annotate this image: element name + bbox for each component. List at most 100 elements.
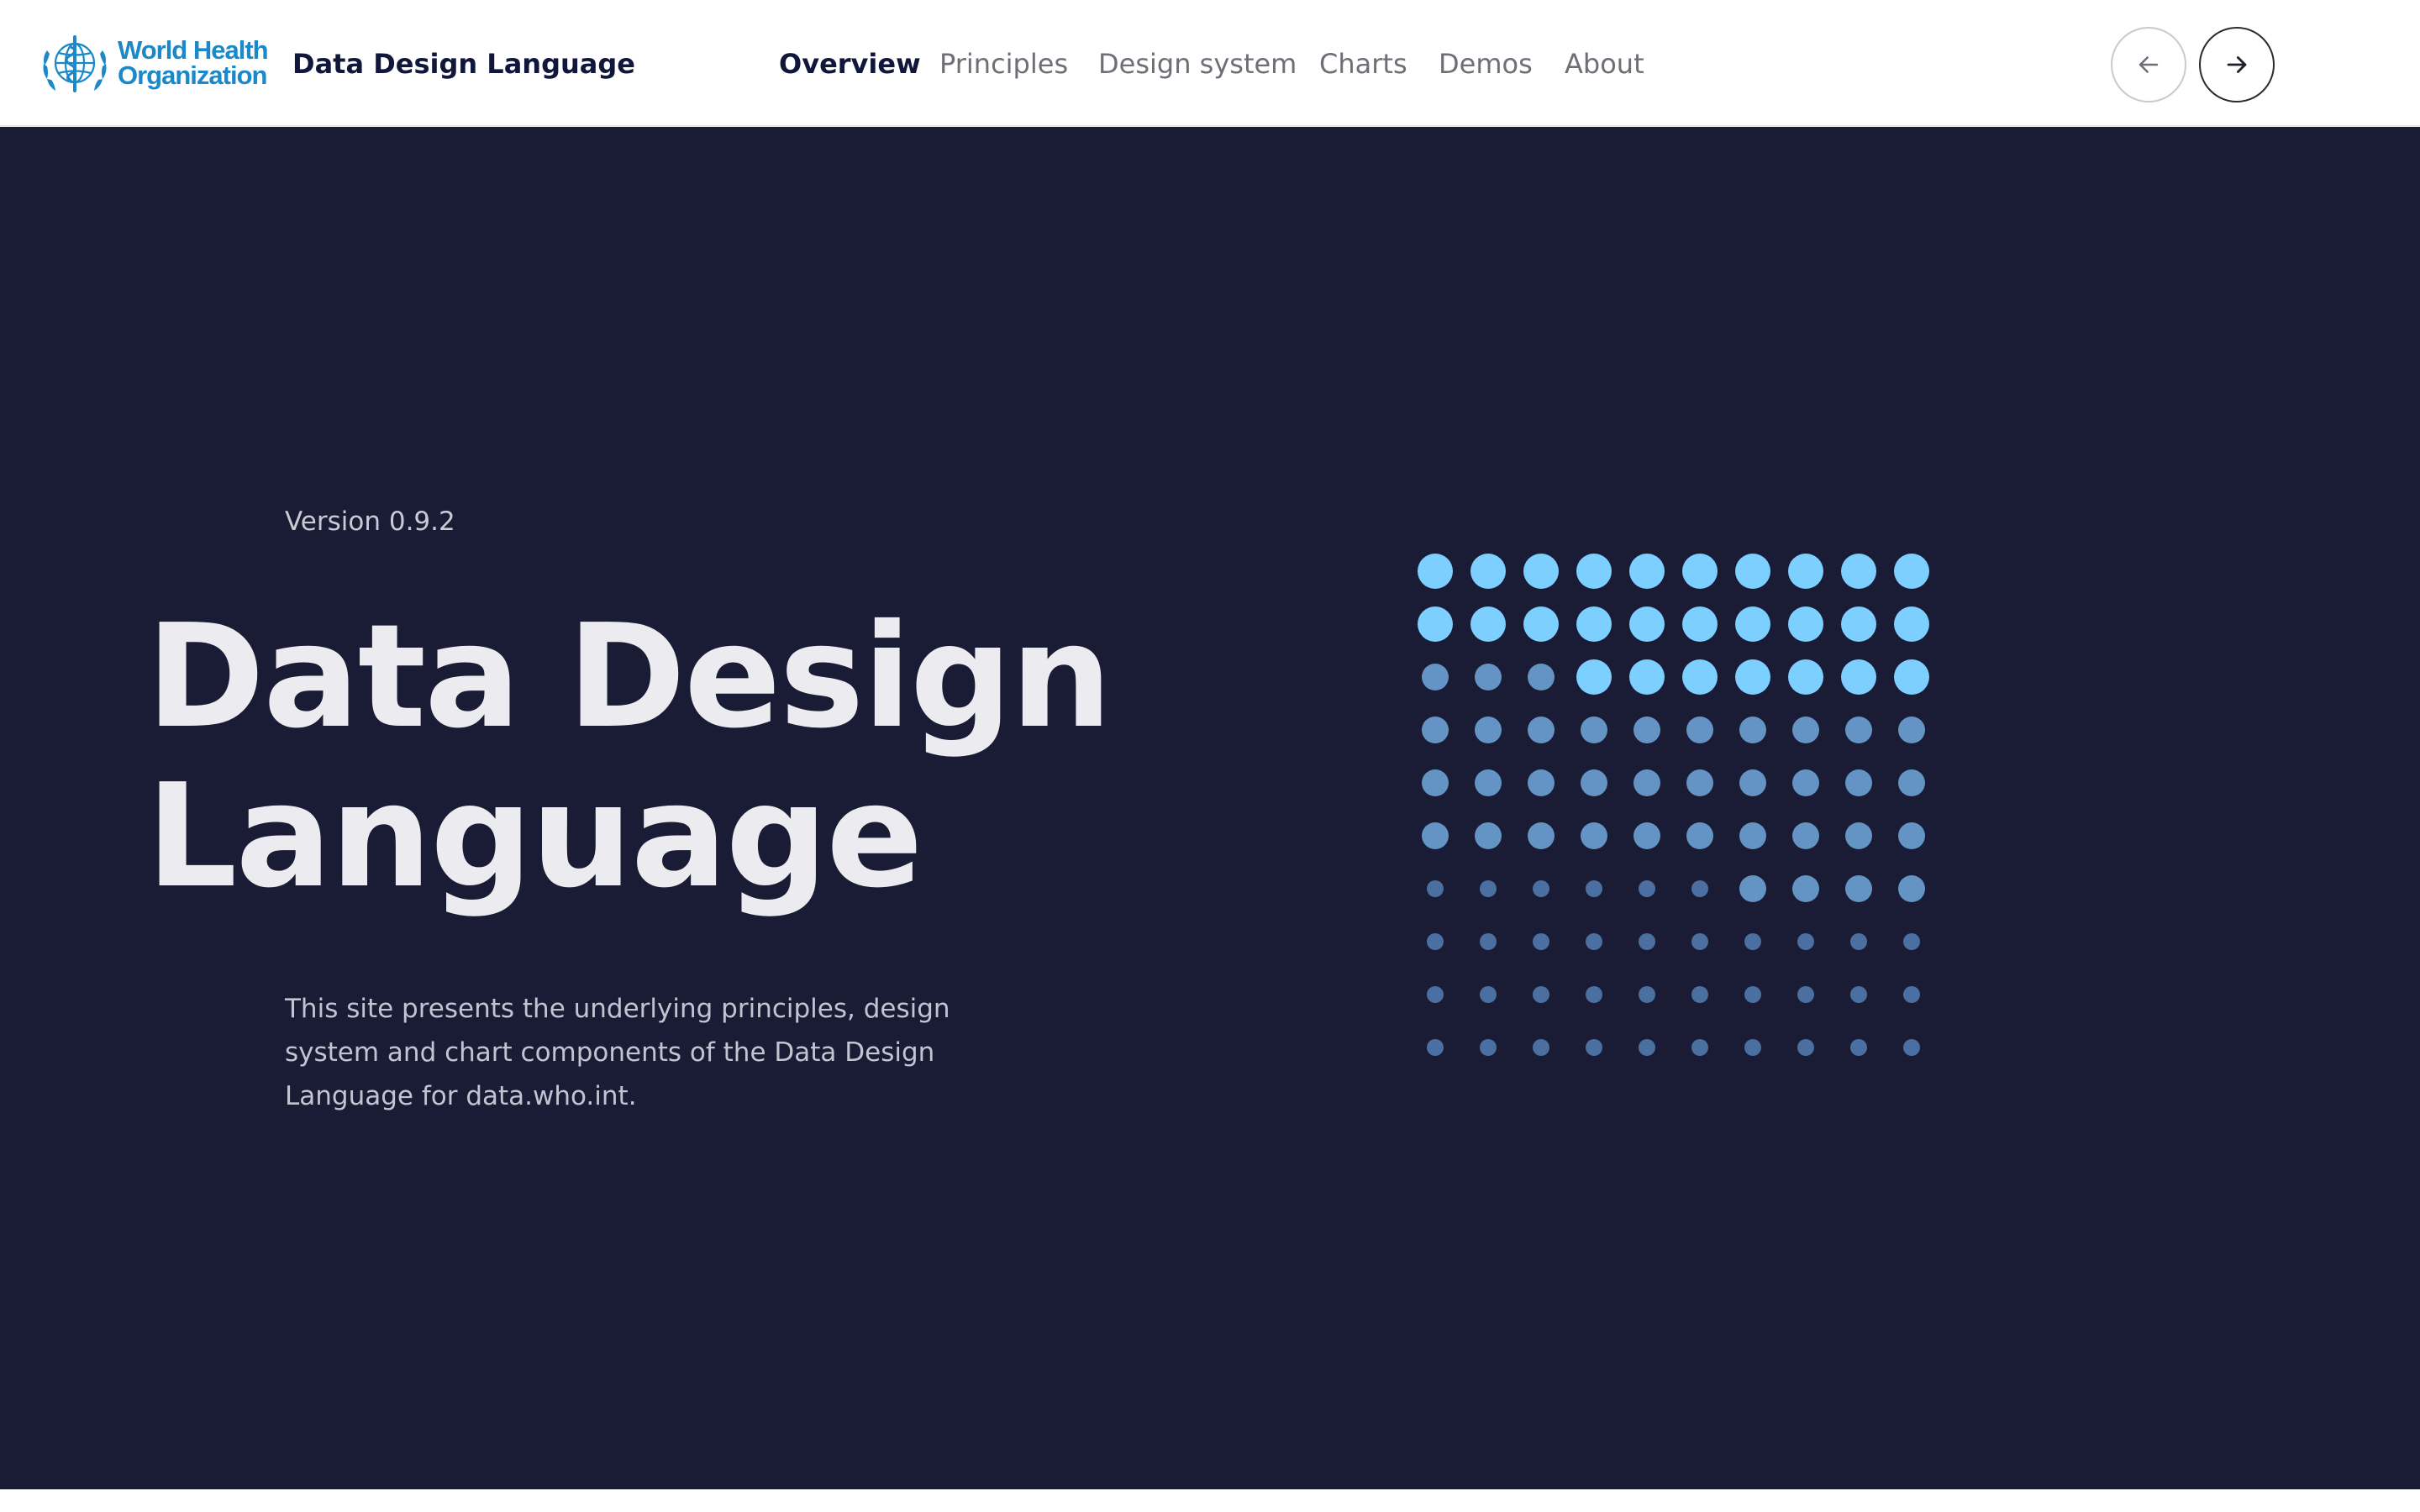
grid-dot bbox=[1744, 1039, 1761, 1056]
hero-title-line1: Data Design bbox=[146, 594, 1113, 760]
grid-dot bbox=[1581, 822, 1607, 849]
grid-dot bbox=[1792, 717, 1819, 743]
grid-dot bbox=[1475, 822, 1502, 849]
grid-dot bbox=[1639, 933, 1655, 950]
nav-item-charts[interactable]: Charts bbox=[1319, 45, 1407, 82]
who-logo[interactable]: World Health Organization bbox=[37, 27, 269, 99]
who-wordmark: World Health Organization bbox=[118, 35, 269, 88]
grid-dot bbox=[1682, 606, 1718, 642]
previous-page-button[interactable] bbox=[2111, 27, 2186, 102]
grid-dot bbox=[1533, 933, 1549, 950]
page-bottom-edge bbox=[0, 1489, 2420, 1512]
grid-dot bbox=[1475, 769, 1502, 796]
grid-dot bbox=[1634, 717, 1660, 743]
grid-dot bbox=[1427, 986, 1444, 1003]
grid-dot bbox=[1418, 554, 1453, 589]
grid-dot bbox=[1845, 875, 1872, 902]
grid-dot bbox=[1576, 659, 1612, 695]
grid-dot bbox=[1480, 986, 1497, 1003]
grid-dot bbox=[1427, 1039, 1444, 1056]
grid-dot bbox=[1427, 933, 1444, 950]
grid-dot bbox=[1850, 986, 1867, 1003]
grid-dot bbox=[1422, 664, 1449, 690]
hero-title: Data Design Language bbox=[146, 594, 1113, 920]
nav-item-principles[interactable]: Principles bbox=[939, 45, 1068, 82]
nav-item-overview[interactable]: Overview bbox=[779, 45, 921, 82]
grid-dot bbox=[1586, 986, 1602, 1003]
grid-dot bbox=[1686, 769, 1713, 796]
version-label: Version 0.9.2 bbox=[285, 507, 455, 537]
grid-dot bbox=[1480, 1039, 1497, 1056]
grid-dot bbox=[1898, 875, 1925, 902]
grid-dot bbox=[1533, 880, 1549, 897]
grid-dot bbox=[1528, 822, 1555, 849]
grid-dot bbox=[1894, 659, 1929, 695]
grid-dot bbox=[1629, 554, 1665, 589]
grid-dot bbox=[1639, 986, 1655, 1003]
grid-dot bbox=[1797, 933, 1814, 950]
grid-dot bbox=[1682, 659, 1718, 695]
grid-dot bbox=[1533, 986, 1549, 1003]
grid-dot bbox=[1850, 1039, 1867, 1056]
grid-dot bbox=[1735, 659, 1770, 695]
grid-dot bbox=[1686, 822, 1713, 849]
grid-dot bbox=[1894, 554, 1929, 589]
grid-dot bbox=[1691, 933, 1708, 950]
grid-dot bbox=[1845, 769, 1872, 796]
grid-dot bbox=[1903, 986, 1920, 1003]
grid-dot bbox=[1639, 1039, 1655, 1056]
grid-dot bbox=[1691, 1039, 1708, 1056]
grid-dot bbox=[1528, 769, 1555, 796]
grid-dot bbox=[1792, 822, 1819, 849]
grid-dot bbox=[1629, 606, 1665, 642]
grid-dot bbox=[1739, 717, 1766, 743]
grid-dot bbox=[1792, 875, 1819, 902]
grid-dot bbox=[1586, 880, 1602, 897]
grid-dot bbox=[1533, 1039, 1549, 1056]
grid-dot bbox=[1903, 1039, 1920, 1056]
grid-dot bbox=[1850, 933, 1867, 950]
grid-dot bbox=[1470, 606, 1506, 642]
grid-dot bbox=[1418, 606, 1453, 642]
site-title[interactable]: Data Design Language bbox=[292, 45, 635, 82]
grid-dot bbox=[1691, 986, 1708, 1003]
grid-dot bbox=[1903, 933, 1920, 950]
grid-dot bbox=[1845, 717, 1872, 743]
next-page-button[interactable] bbox=[2199, 27, 2275, 102]
grid-dot bbox=[1576, 554, 1612, 589]
grid-dot bbox=[1528, 664, 1555, 690]
grid-dot bbox=[1788, 606, 1823, 642]
nav-item-demos[interactable]: Demos bbox=[1439, 45, 1533, 82]
grid-dot bbox=[1841, 659, 1876, 695]
grid-dot bbox=[1581, 769, 1607, 796]
who-wordmark-line1: World Health bbox=[118, 35, 269, 65]
grid-dot bbox=[1475, 717, 1502, 743]
grid-dot bbox=[1788, 554, 1823, 589]
arrow-left-icon bbox=[2139, 56, 2159, 73]
grid-dot bbox=[1898, 769, 1925, 796]
grid-dot bbox=[1528, 717, 1555, 743]
grid-dot bbox=[1480, 880, 1497, 897]
grid-dot bbox=[1634, 822, 1660, 849]
grid-dot bbox=[1427, 880, 1444, 897]
hero-description: This site presents the underlying princi… bbox=[285, 994, 950, 1111]
grid-dot bbox=[1422, 822, 1449, 849]
hero-section: Version 0.9.2 Data Design Language This … bbox=[0, 127, 2420, 1489]
nav-item-design-system[interactable]: Design system bbox=[1098, 45, 1297, 82]
grid-dot bbox=[1797, 1039, 1814, 1056]
grid-dot bbox=[1686, 717, 1713, 743]
grid-dot bbox=[1480, 933, 1497, 950]
grid-dot bbox=[1744, 986, 1761, 1003]
grid-dot bbox=[1586, 933, 1602, 950]
grid-dot bbox=[1586, 1039, 1602, 1056]
grid-dot bbox=[1691, 880, 1708, 897]
nav-item-about[interactable]: About bbox=[1565, 45, 1644, 82]
grid-dot bbox=[1894, 606, 1929, 642]
grid-dot bbox=[1898, 822, 1925, 849]
grid-dot bbox=[1475, 664, 1502, 690]
hero-title-line2: Language bbox=[146, 753, 923, 920]
grid-dot bbox=[1845, 822, 1872, 849]
grid-dot bbox=[1739, 822, 1766, 849]
grid-dot bbox=[1739, 769, 1766, 796]
arrow-right-icon bbox=[2227, 56, 2247, 73]
